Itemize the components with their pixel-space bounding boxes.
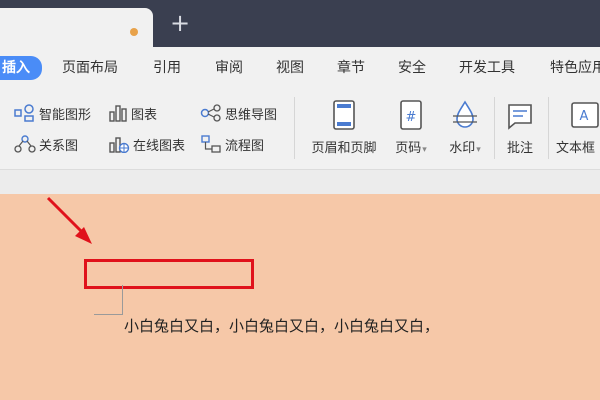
relation-map-button[interactable]: 关系图 xyxy=(14,134,78,154)
ribbon-separator xyxy=(548,97,549,159)
menu-developer-tools[interactable]: 开发工具 xyxy=(459,57,515,79)
page-number-button[interactable]: # 页码▾ xyxy=(386,97,436,163)
mind-map-label: 思维导图 xyxy=(225,107,278,123)
menu-bar: 插入 页面布局 引用 审阅 视图 章节 安全 开发工具 特色应用 xyxy=(0,47,600,89)
textbox-icon: A xyxy=(570,99,600,131)
watermark-button[interactable]: 水印▾ xyxy=(440,97,490,163)
chart-label: 图表 xyxy=(131,107,158,123)
menu-security[interactable]: 安全 xyxy=(398,57,426,79)
document-body-text[interactable]: 小白兔白又白，小白兔白又白，小白兔白又白， xyxy=(124,314,439,338)
dropdown-caret-icon[interactable]: ▾ xyxy=(422,145,427,155)
ruler-area xyxy=(0,170,600,194)
comment-icon xyxy=(505,99,535,131)
chart-button[interactable]: 图表 xyxy=(108,103,157,123)
ribbon-toolbar: 智能图形 图表 思维导图 关系图 在线图表 流程图 页眉和页脚 # 页码▾ 水印… xyxy=(0,89,600,170)
ribbon-separator xyxy=(294,97,295,159)
bar-chart-icon xyxy=(109,105,127,122)
smart-art-button[interactable]: 智能图形 xyxy=(14,103,91,123)
page-number-icon: # xyxy=(396,99,426,131)
mind-map-button[interactable]: 思维导图 xyxy=(200,103,277,123)
margin-corner-mark xyxy=(122,285,123,315)
page-number-label: 页码 xyxy=(395,141,422,156)
menu-view[interactable]: 视图 xyxy=(276,57,304,79)
comment-button[interactable]: 批注 xyxy=(498,97,542,163)
watermark-icon xyxy=(450,99,480,131)
flowchart-button[interactable]: 流程图 xyxy=(200,134,264,154)
menu-references[interactable]: 引用 xyxy=(153,57,181,79)
ribbon-separator xyxy=(494,97,495,159)
smart-art-icon xyxy=(14,104,34,122)
flowchart-label: 流程图 xyxy=(225,138,265,154)
document-tab[interactable] xyxy=(0,8,153,47)
watermark-label: 水印 xyxy=(449,141,476,156)
title-bar: + xyxy=(0,0,600,47)
header-footer-label: 页眉和页脚 xyxy=(311,141,377,156)
menu-page-layout[interactable]: 页面布局 xyxy=(62,57,118,79)
flowchart-icon xyxy=(201,135,221,153)
menu-special-apps[interactable]: 特色应用 xyxy=(550,57,600,79)
highlight-box-annotation xyxy=(84,259,254,289)
comment-label: 批注 xyxy=(506,141,533,156)
menu-review[interactable]: 审阅 xyxy=(215,57,243,79)
smart-art-label: 智能图形 xyxy=(39,107,92,123)
online-chart-label: 在线图表 xyxy=(133,138,186,154)
menu-insert[interactable]: 插入 xyxy=(0,56,42,80)
svg-text:A: A xyxy=(580,109,589,124)
unsaved-indicator-dot xyxy=(130,28,138,36)
header-footer-button[interactable]: 页眉和页脚 xyxy=(306,97,382,163)
margin-corner-mark xyxy=(94,314,123,315)
relation-map-icon xyxy=(14,135,36,153)
new-tab-button[interactable]: + xyxy=(170,10,190,36)
header-footer-icon xyxy=(329,99,359,131)
relation-map-label: 关系图 xyxy=(39,138,79,154)
dropdown-caret-icon[interactable]: ▾ xyxy=(476,145,481,155)
svg-text:#: # xyxy=(406,110,417,125)
textbox-button[interactable]: A 文本框 xyxy=(556,97,600,163)
online-chart-button[interactable]: 在线图表 xyxy=(108,134,185,154)
mind-map-icon xyxy=(200,104,221,122)
document-page[interactable] xyxy=(0,194,600,400)
online-chart-icon xyxy=(109,137,130,153)
textbox-label: 文本框 xyxy=(556,141,596,156)
menu-section[interactable]: 章节 xyxy=(337,57,365,79)
